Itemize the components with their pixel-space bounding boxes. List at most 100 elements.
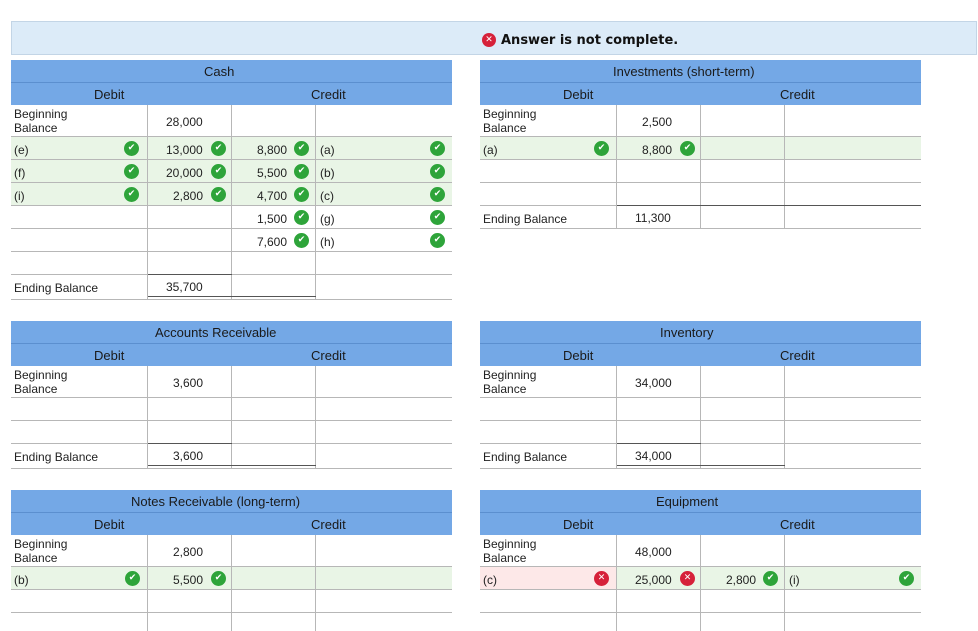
cash-credit-label-g[interactable]: (g) (320, 212, 335, 226)
check-icon: ✔ (430, 210, 445, 225)
notes-beginning-amount[interactable]: 2,800 (173, 545, 203, 559)
t-account-equipment: Equipment Debit Credit Beginning Balance… (480, 490, 921, 631)
check-icon: ✔ (294, 233, 309, 248)
incomplete-x-icon: ✕ (482, 33, 496, 47)
receivable-ending-amount: 3,600 (173, 449, 204, 463)
receivable-ending-label: Ending Balance (14, 450, 99, 464)
cash-beginning-amount[interactable]: 28,000 (166, 115, 203, 129)
check-icon: ✔ (294, 210, 309, 225)
cash-credit-label-a[interactable]: (a) (320, 143, 335, 157)
equipment-debit-header: Debit (563, 517, 594, 532)
check-icon: ✔ (430, 164, 445, 179)
check-icon: ✔ (211, 141, 226, 156)
equipment-title: Equipment (656, 494, 719, 509)
t-account-investments: Investments (short-term) Debit Credit Be… (480, 60, 921, 300)
cash-beginning-label: Beginning Balance (14, 107, 68, 135)
investments-title: Investments (short-term) (613, 64, 755, 79)
investments-beginning-amount[interactable]: 2,500 (642, 115, 672, 129)
cash-credit-amount-c[interactable]: 4,700 (257, 189, 287, 203)
notes-credit-header: Credit (311, 517, 346, 532)
cash-title-bar: Cash (11, 60, 452, 83)
check-icon: ✔ (124, 187, 139, 202)
inventory-title-bar: Inventory (480, 321, 921, 344)
check-icon: ✔ (430, 187, 445, 202)
receivable-beginning-label: Beginning Balance (14, 368, 68, 396)
result-banner: ✕ Answer is not complete. (11, 21, 977, 55)
notes-beginning-label: Beginning Balance (14, 537, 68, 565)
inventory-debit-header: Debit (563, 348, 594, 363)
check-icon: ✔ (430, 233, 445, 248)
investments-row-blank (480, 229, 921, 300)
equipment-credit-header: Credit (780, 517, 815, 532)
cash-debit-amount-i[interactable]: 2,800 (173, 189, 203, 203)
check-icon: ✔ (680, 141, 695, 156)
result-message-text: Answer is not complete. (501, 32, 679, 48)
investments-debit-header: Debit (563, 87, 594, 102)
check-icon: ✔ (124, 164, 139, 179)
investments-credit-header: Credit (780, 87, 815, 102)
investments-debit-label-a[interactable]: (a) (483, 143, 498, 157)
check-icon: ✔ (211, 164, 226, 179)
cash-ending-label: Ending Balance (14, 281, 99, 295)
receivable-title-bar: Accounts Receivable (11, 321, 452, 344)
t-account-notes: Notes Receivable (long-term) Debit Credi… (11, 490, 452, 631)
notes-column-headers: Debit Credit (11, 513, 452, 535)
cash-debit-label-i[interactable]: (i) (14, 189, 25, 203)
t-account-cash: Cash Debit Credit Beginning Balance 28,0… (11, 60, 452, 300)
receivable-debit-header: Debit (94, 348, 125, 363)
check-icon: ✔ (125, 571, 140, 586)
inventory-ending-amount: 34,000 (635, 449, 672, 463)
notes-title: Notes Receivable (long-term) (131, 494, 301, 509)
cash-credit-header: Credit (311, 87, 346, 102)
check-icon: ✔ (294, 141, 309, 156)
x-icon: ✕ (680, 571, 695, 586)
cash-debit-label-e[interactable]: (e) (14, 143, 29, 157)
cash-debit-amount-f[interactable]: 20,000 (166, 166, 203, 180)
cash-title: Cash (204, 64, 235, 79)
notes-debit-amount-b[interactable]: 5,500 (173, 573, 203, 587)
check-icon: ✔ (763, 571, 778, 586)
cash-debit-header: Debit (94, 87, 125, 102)
equipment-beginning-label: Beginning Balance (483, 537, 537, 565)
cash-debit-label-f[interactable]: (f) (14, 166, 25, 180)
inventory-column-headers: Debit Credit (480, 344, 921, 366)
equipment-credit-label-i[interactable]: (i) (789, 573, 800, 587)
equipment-credit-amount-i[interactable]: 2,800 (726, 573, 756, 587)
cash-ending-amount: 35,700 (166, 280, 203, 294)
result-message: ✕ Answer is not complete. (482, 32, 678, 48)
check-icon: ✔ (594, 141, 609, 156)
cash-credit-amount-b[interactable]: 5,500 (257, 166, 287, 180)
cash-credit-amount-a[interactable]: 8,800 (257, 143, 287, 157)
check-icon: ✔ (899, 571, 914, 586)
t-account-inventory: Inventory Debit Credit Beginning Balance… (480, 321, 921, 469)
investments-debit-amount-a[interactable]: 8,800 (642, 143, 672, 157)
x-icon: ✕ (594, 571, 609, 586)
notes-debit-label-b[interactable]: (b) (14, 573, 29, 587)
inventory-title: Inventory (660, 325, 714, 340)
equipment-column-headers: Debit Credit (480, 513, 921, 535)
check-icon: ✔ (124, 141, 139, 156)
cash-credit-amount-g[interactable]: 1,500 (257, 212, 287, 226)
cash-credit-label-h[interactable]: (h) (320, 235, 335, 249)
notes-title-bar: Notes Receivable (long-term) (11, 490, 452, 513)
investments-title-bar: Investments (short-term) (480, 60, 921, 83)
inventory-beginning-amount[interactable]: 34,000 (635, 376, 672, 390)
receivable-beginning-amount[interactable]: 3,600 (173, 376, 203, 390)
check-icon: ✔ (430, 141, 445, 156)
cash-debit-amount-e[interactable]: 13,000 (166, 143, 203, 157)
cash-credit-label-b[interactable]: (b) (320, 166, 335, 180)
equipment-beginning-amount[interactable]: 48,000 (635, 545, 672, 559)
receivable-column-headers: Debit Credit (11, 344, 452, 366)
equipment-debit-amount-c[interactable]: 25,000 (635, 573, 672, 587)
check-icon: ✔ (211, 571, 226, 586)
equipment-debit-label-c[interactable]: (c) (483, 573, 497, 587)
equipment-title-bar: Equipment (480, 490, 921, 513)
cash-credit-label-c[interactable]: (c) (320, 189, 334, 203)
investments-beginning-label: Beginning Balance (483, 107, 537, 135)
inventory-credit-header: Credit (780, 348, 815, 363)
inventory-ending-label: Ending Balance (483, 450, 568, 464)
cash-credit-amount-h[interactable]: 7,600 (257, 235, 287, 249)
cash-column-headers: Debit Credit (11, 83, 452, 105)
inventory-beginning-label: Beginning Balance (483, 368, 537, 396)
receivable-title: Accounts Receivable (155, 325, 277, 340)
